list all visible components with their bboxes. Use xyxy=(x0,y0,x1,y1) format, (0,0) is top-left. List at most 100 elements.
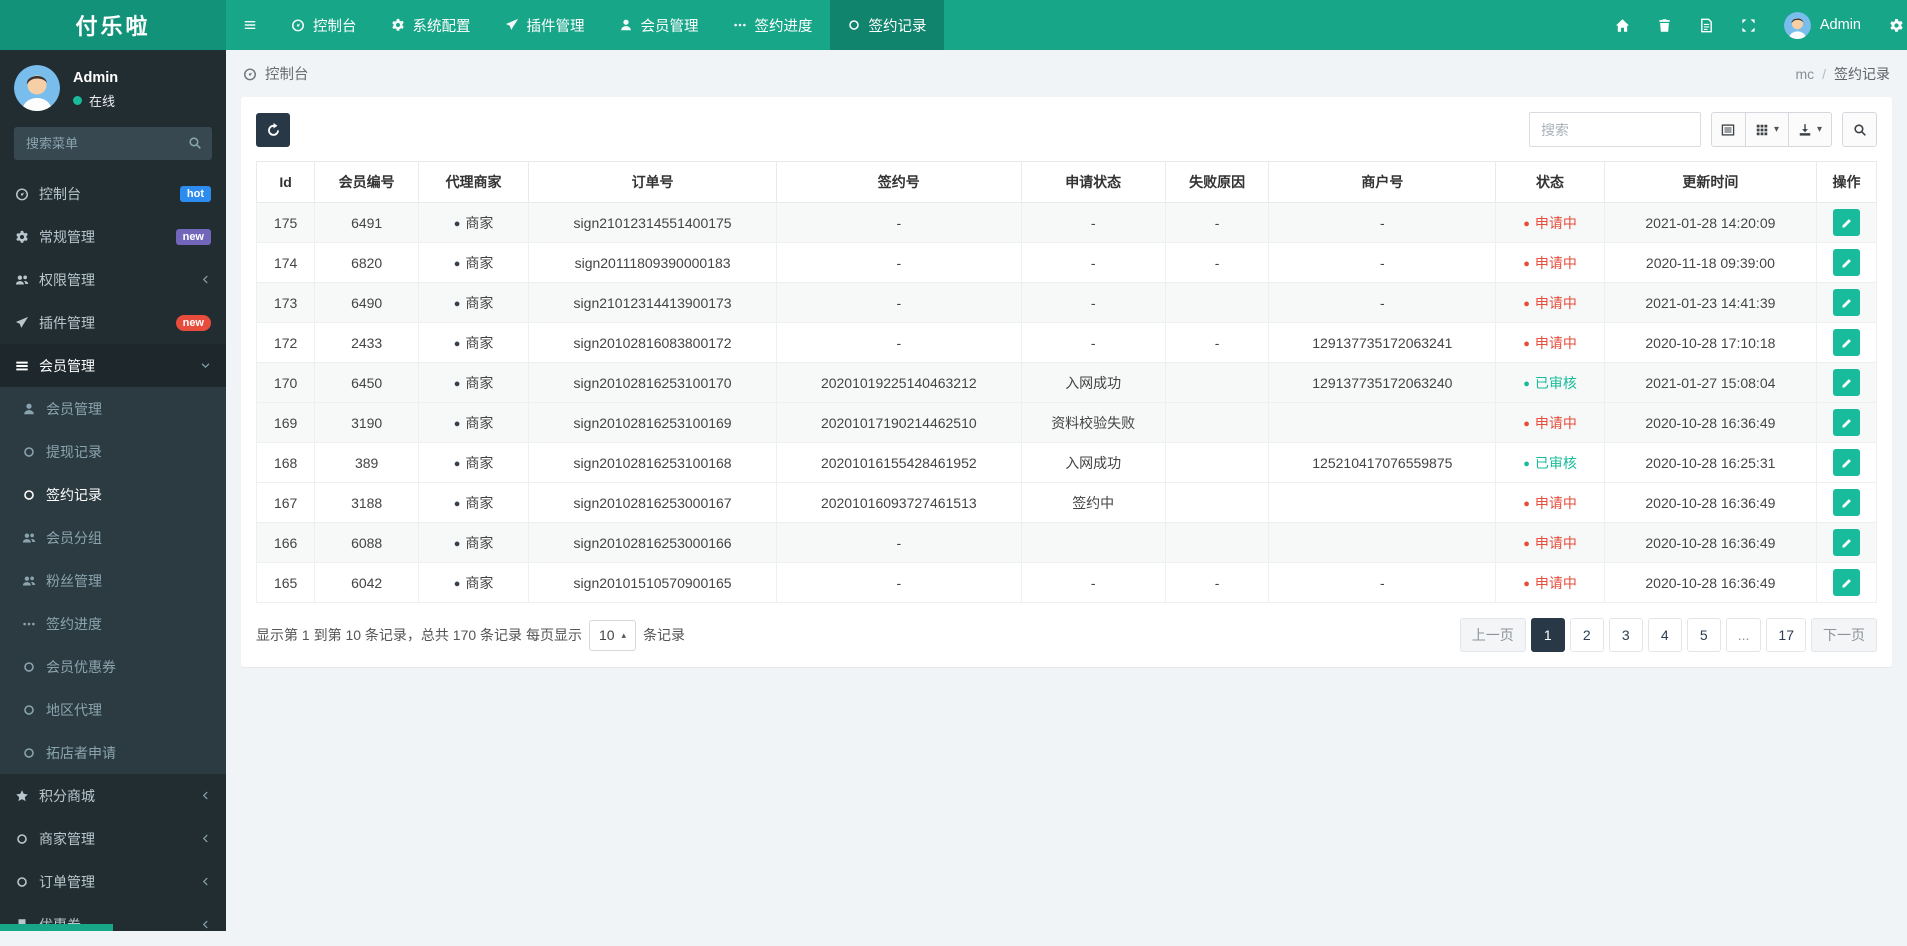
agent-dot-icon: ● xyxy=(454,298,461,310)
page-button-3[interactable]: 3 xyxy=(1609,618,1643,652)
page-button-4[interactable]: 4 xyxy=(1648,618,1682,652)
pencil-icon xyxy=(1841,457,1853,469)
nav-item-会员管理[interactable]: 会员管理 xyxy=(602,0,716,50)
nav-item-控制台[interactable]: 控制台 xyxy=(274,0,374,50)
agent-dot-icon: ● xyxy=(454,378,461,390)
sidebar-item-插件管理[interactable]: 插件管理new xyxy=(0,301,226,344)
toggle-view-button[interactable] xyxy=(1711,112,1746,147)
table-panel: ▾ ▾ Id会员编号代理商家订单号签约号申请状态失败原因商户号状态更新时间操作 … xyxy=(241,97,1892,667)
cell-id: 167 xyxy=(257,483,315,523)
avatar xyxy=(1784,12,1811,39)
columns-button[interactable]: ▾ xyxy=(1745,112,1789,147)
brand-logo[interactable]: 付乐啦 xyxy=(0,0,226,50)
nav-item-系统配置[interactable]: 系统配置 xyxy=(374,0,488,50)
sidebar-item-label: 积分商城 xyxy=(39,786,95,806)
edit-button[interactable] xyxy=(1833,569,1860,596)
status-dot-icon: ● xyxy=(1523,258,1530,270)
advanced-search-button[interactable] xyxy=(1842,112,1877,147)
sidebar-item-常规管理[interactable]: 常规管理new xyxy=(0,215,226,258)
home-button[interactable] xyxy=(1602,0,1644,50)
page-button-5[interactable]: 5 xyxy=(1687,618,1721,652)
sidebar-item-控制台[interactable]: 控制台hot xyxy=(0,172,226,215)
cell-updated-time: 2020-10-28 16:36:49 xyxy=(1604,403,1816,443)
rocket-icon xyxy=(15,316,39,330)
edit-button[interactable] xyxy=(1833,369,1860,396)
gear-icon xyxy=(15,230,39,244)
top-navbar: 付乐啦 控制台系统配置插件管理会员管理签约进度签约记录 Admin xyxy=(0,0,1907,50)
sidebar-item-label: 会员管理 xyxy=(46,399,102,419)
agent-dot-icon: ● xyxy=(454,258,461,270)
column-header-商户号: 商户号 xyxy=(1269,162,1496,203)
page-size-select[interactable]: 10 ▴ xyxy=(589,620,636,651)
sidebar-item-提现记录[interactable]: 提现记录 xyxy=(0,430,226,473)
sidebar-item-订单管理[interactable]: 订单管理 xyxy=(0,860,226,903)
nav-item-签约记录[interactable]: 签约记录 xyxy=(830,0,944,50)
cell-id: 165 xyxy=(257,563,315,603)
circle-icon xyxy=(22,488,46,502)
sidebar-item-会员管理[interactable]: 会员管理 xyxy=(0,344,226,387)
table-row: 1666088●商家sign20102816253000166-●申请中2020… xyxy=(257,523,1877,563)
cell-id: 172 xyxy=(257,323,315,363)
sidebar-item-粉丝管理[interactable]: 粉丝管理 xyxy=(0,559,226,602)
table-row: 1746820●商家sign20111809390000183----●申请中2… xyxy=(257,243,1877,283)
home-icon xyxy=(1615,18,1630,33)
sidebar-item-签约进度[interactable]: 签约进度 xyxy=(0,602,226,645)
sidebar-item-权限管理[interactable]: 权限管理 xyxy=(0,258,226,301)
page-button-下一页[interactable]: 下一页 xyxy=(1811,618,1877,652)
cell-actions xyxy=(1817,323,1877,363)
nav-item-menu-toggle[interactable] xyxy=(226,0,274,50)
edit-button[interactable] xyxy=(1833,489,1860,516)
export-button[interactable]: ▾ xyxy=(1788,112,1832,147)
cell-order-no: sign20102816253000167 xyxy=(529,483,777,523)
cell-order-no: sign21012314551400175 xyxy=(529,203,777,243)
sidebar-item-地区代理[interactable]: 地区代理 xyxy=(0,688,226,731)
page-button-17[interactable]: 17 xyxy=(1766,618,1806,652)
edit-button[interactable] xyxy=(1833,409,1860,436)
settings-button[interactable] xyxy=(1875,0,1907,50)
table-row: 1706450●商家sign20102816253100170202010192… xyxy=(257,363,1877,403)
page-button-1[interactable]: 1 xyxy=(1531,618,1565,652)
edit-button[interactable] xyxy=(1833,289,1860,316)
edit-button[interactable] xyxy=(1833,449,1860,476)
sidebar-item-积分商城[interactable]: 积分商城 xyxy=(0,774,226,817)
fullscreen-button[interactable] xyxy=(1728,0,1770,50)
sidebar-item-商家管理[interactable]: 商家管理 xyxy=(0,817,226,860)
log-button[interactable] xyxy=(1686,0,1728,50)
edit-button[interactable] xyxy=(1833,249,1860,276)
cell-merchant-no: - xyxy=(1269,203,1496,243)
refresh-button[interactable] xyxy=(256,113,290,147)
pencil-icon xyxy=(1841,217,1853,229)
sidebar-item-会员分组[interactable]: 会员分组 xyxy=(0,516,226,559)
sidebar-item-签约记录[interactable]: 签约记录 xyxy=(0,473,226,516)
circle-icon xyxy=(22,445,46,459)
page-list: 上一页12345...17下一页 xyxy=(1460,618,1877,652)
nav-item-插件管理[interactable]: 插件管理 xyxy=(488,0,602,50)
nav-item-签约进度[interactable]: 签约进度 xyxy=(716,0,830,50)
edit-button[interactable] xyxy=(1833,209,1860,236)
table-search-input[interactable] xyxy=(1529,112,1701,147)
edit-button[interactable] xyxy=(1833,329,1860,356)
column-header-Id: Id xyxy=(257,162,315,203)
page-button-上一页[interactable]: 上一页 xyxy=(1460,618,1526,652)
clear-cache-button[interactable] xyxy=(1644,0,1686,50)
sidebar-item-拓店者申请[interactable]: 拓店者申请 xyxy=(0,731,226,774)
cell-merchant-no: - xyxy=(1269,563,1496,603)
breadcrumb-parent[interactable]: mc xyxy=(1795,66,1814,82)
users-icon xyxy=(22,531,46,545)
refresh-icon xyxy=(266,122,281,137)
list-view-icon xyxy=(1721,123,1735,137)
sidebar-item-label: 插件管理 xyxy=(39,313,95,333)
menu-search-input[interactable] xyxy=(14,127,212,160)
edit-button[interactable] xyxy=(1833,529,1860,556)
cell-actions xyxy=(1817,483,1877,523)
status-dot-icon: ● xyxy=(1523,458,1530,470)
cell-actions xyxy=(1817,203,1877,243)
admin-menu[interactable]: Admin xyxy=(1770,12,1875,39)
cell-agent: ●商家 xyxy=(418,203,528,243)
cell-updated-time: 2021-01-23 14:41:39 xyxy=(1604,283,1816,323)
sidebar-item-会员优惠券[interactable]: 会员优惠券 xyxy=(0,645,226,688)
page-button-2[interactable]: 2 xyxy=(1570,618,1604,652)
table-row: 1673188●商家sign20102816253000167202010160… xyxy=(257,483,1877,523)
sidebar-item-会员管理[interactable]: 会员管理 xyxy=(0,387,226,430)
status-badge: 申请中 xyxy=(1535,215,1577,231)
